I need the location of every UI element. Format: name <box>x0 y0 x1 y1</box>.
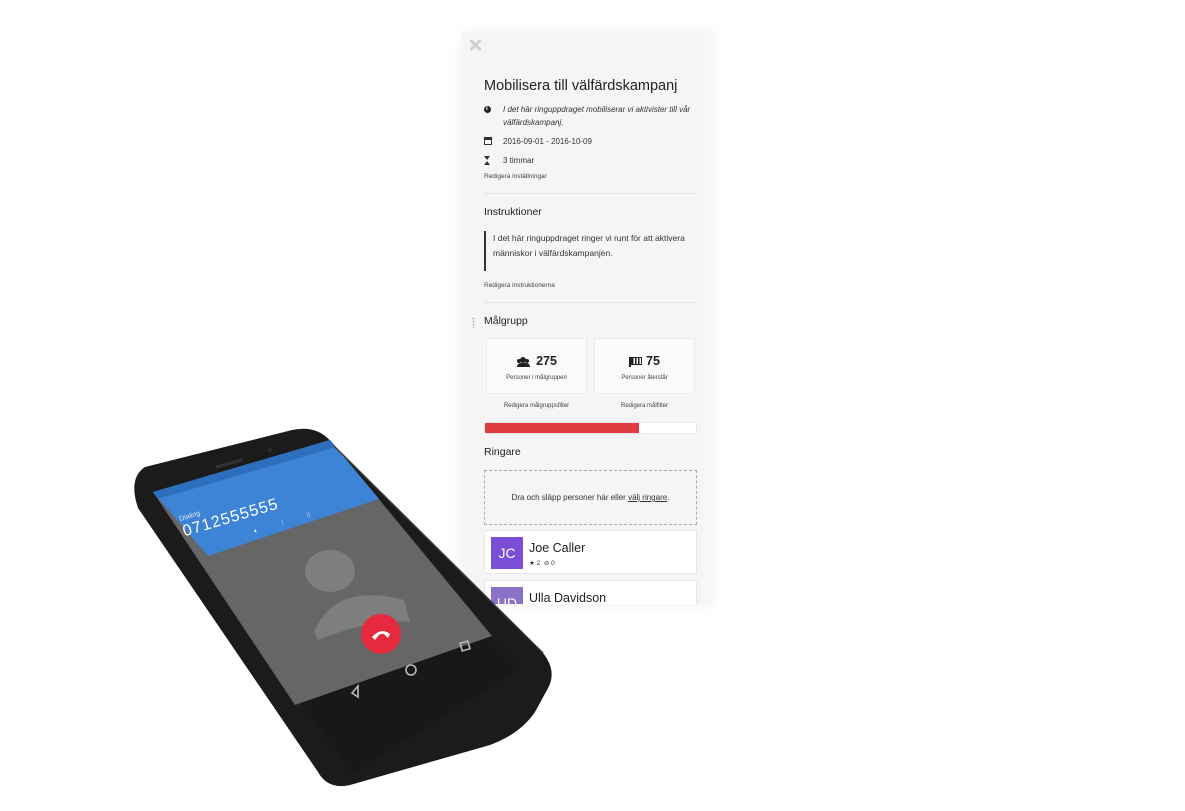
phone-illustration: Dialing 0712555555 🔈︎ ⁞ ⁞⁞ <box>134 428 552 787</box>
hang-up-button[interactable] <box>361 614 401 654</box>
